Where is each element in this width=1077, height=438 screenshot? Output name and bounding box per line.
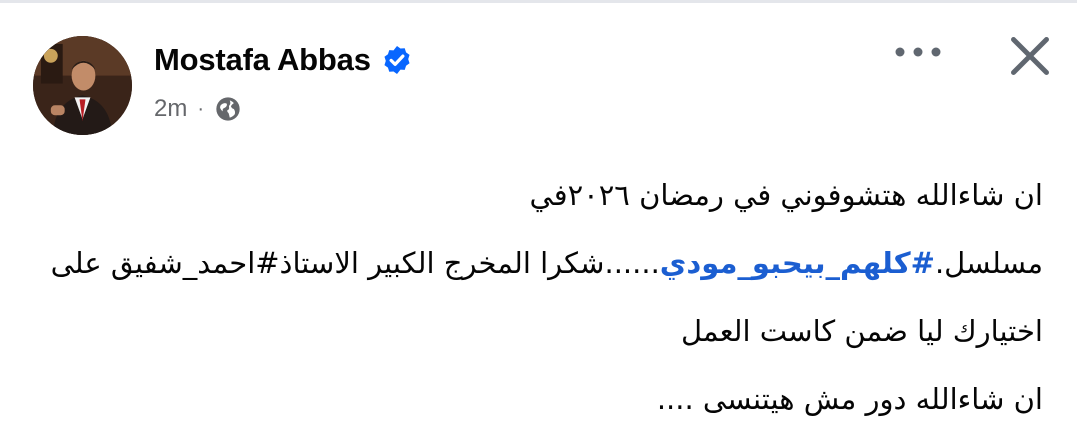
- post-meta: 2m ·: [154, 92, 242, 126]
- post-line-2: مسلسل.#كلهم_بيحبو_مودي......شكرا المخرج …: [43, 234, 1043, 302]
- verified-badge-icon: [381, 44, 413, 76]
- close-icon: [1011, 37, 1049, 75]
- meta-separator: ·: [197, 97, 205, 120]
- post-line-1: ان شاءالله هتشوفوني في رمضان ٢٠٢٦في: [529, 178, 1043, 212]
- more-horizontal-icon: [895, 47, 941, 57]
- hashtag-link[interactable]: #كلهم_بيحبو_مودي: [660, 246, 935, 280]
- post-line-4: ان شاءالله دور مش هيتنسى ....: [656, 382, 1043, 416]
- avatar[interactable]: [33, 36, 132, 135]
- post-line-2-end: ......شكرا المخرج الكبير الاستاذ#احمد_شف…: [50, 246, 660, 280]
- author-name[interactable]: Mostafa Abbas: [154, 42, 371, 78]
- post-message: ان شاءالله هتشوفوني في رمضان ٢٠٢٦في مسلس…: [43, 166, 1043, 438]
- author-row: Mostafa Abbas: [154, 38, 413, 82]
- post-timestamp[interactable]: 2m: [154, 95, 187, 123]
- post-line-3: اختيارك ليا ضمن كاست العمل: [680, 314, 1043, 348]
- top-divider: [0, 0, 1077, 3]
- globe-icon[interactable]: [214, 95, 242, 123]
- post-line-2-start: مسلسل.: [934, 246, 1043, 280]
- more-options-button[interactable]: [888, 30, 948, 74]
- avatar-photo: [33, 36, 132, 135]
- close-button[interactable]: [1002, 28, 1058, 84]
